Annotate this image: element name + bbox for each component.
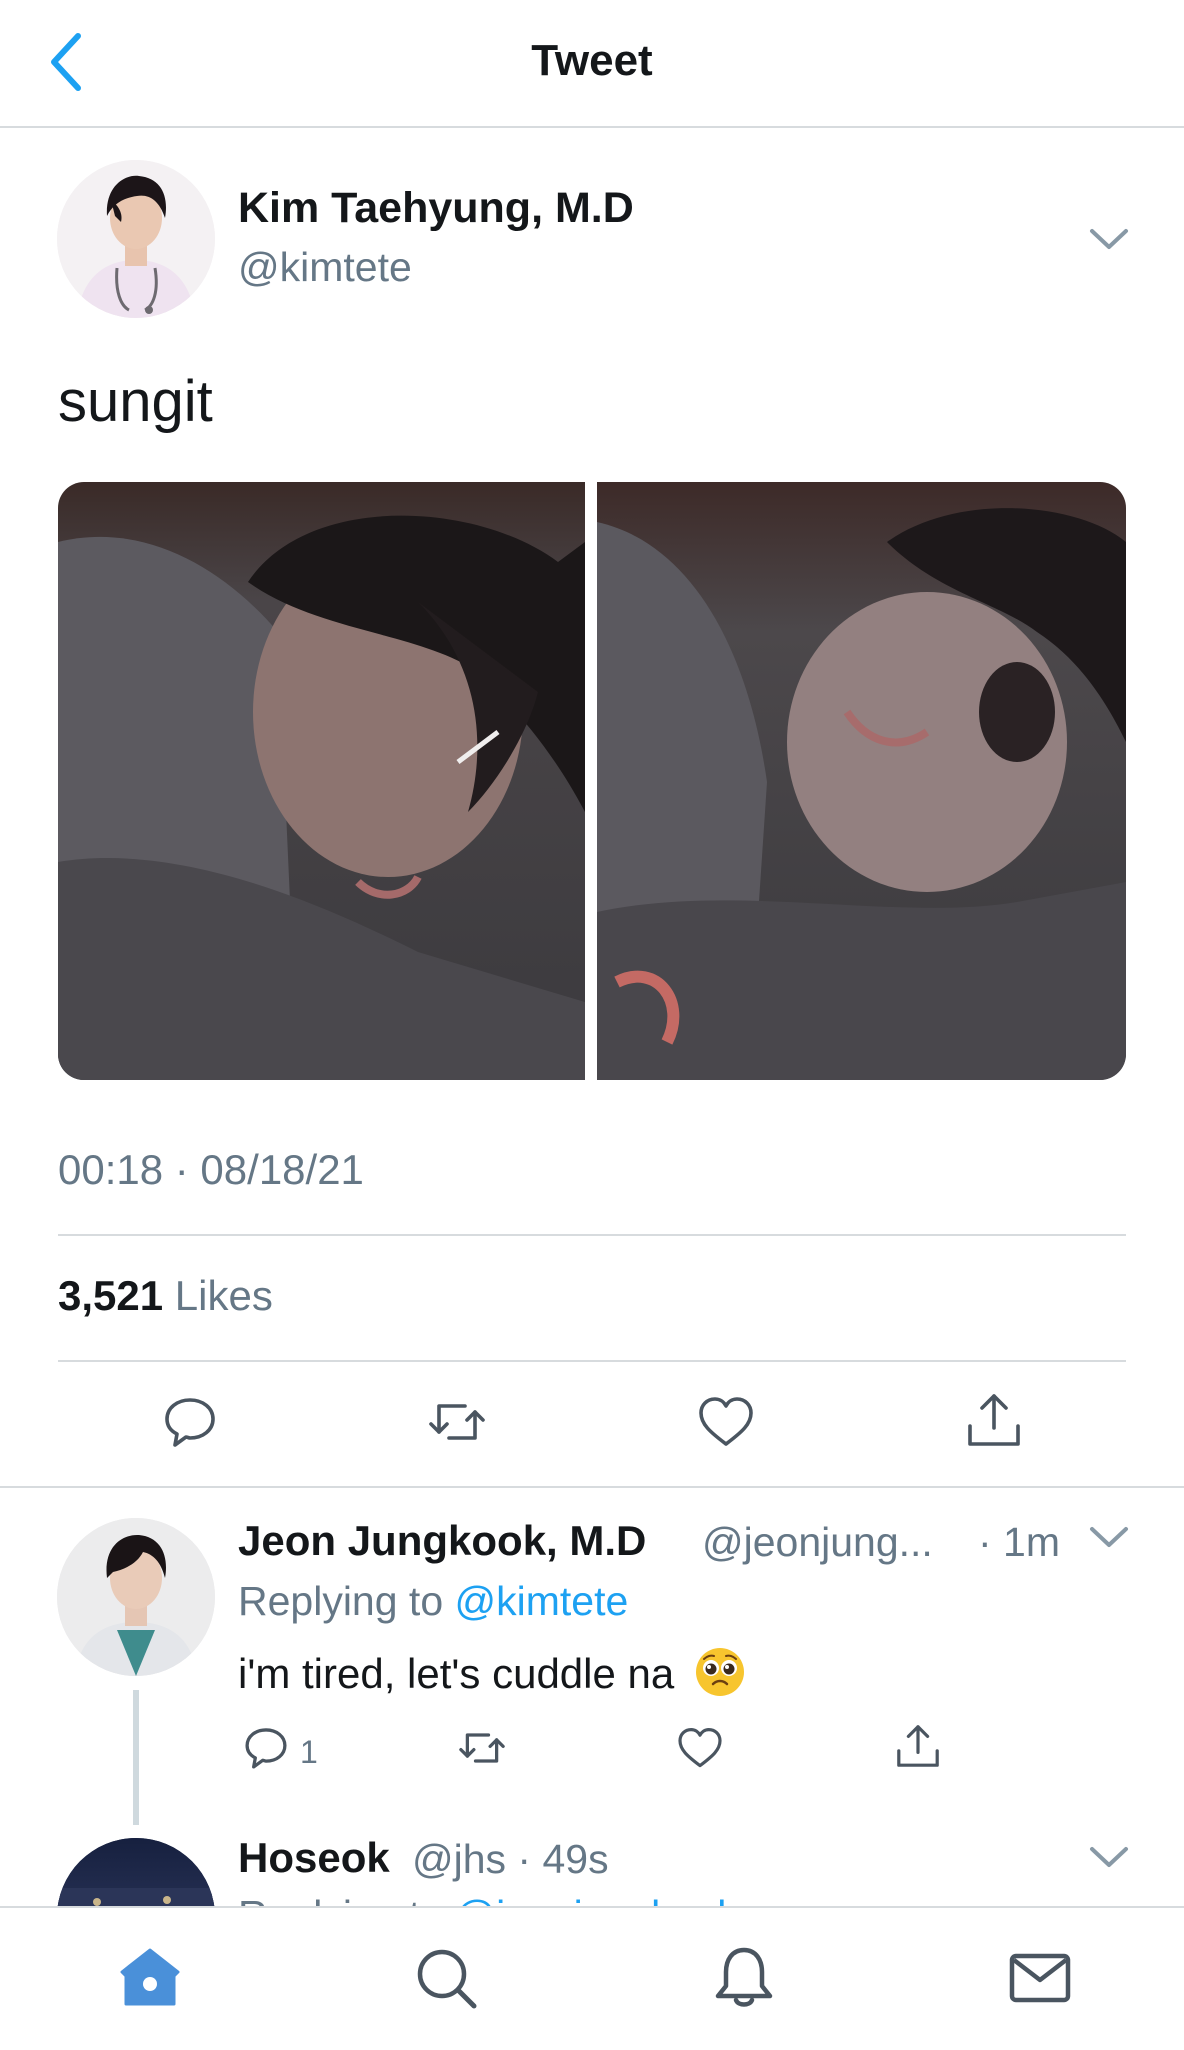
reply-text-row: i'm tired, let's cuddle na xyxy=(238,1646,746,1698)
reply-icon xyxy=(245,1728,287,1769)
chevron-down-icon xyxy=(1090,1847,1128,1867)
reply-like-button[interactable] xyxy=(676,1725,724,1771)
likes-count[interactable]: 3,521 xyxy=(58,1272,163,1319)
reply-text: i'm tired, let's cuddle na xyxy=(238,1650,675,1697)
replying-to-label: Replying to xyxy=(238,1578,455,1624)
photo-2-image xyxy=(597,482,1126,1080)
reply-reply-button[interactable] xyxy=(243,1725,289,1771)
reply-avatar[interactable] xyxy=(57,1518,215,1676)
chevron-down-icon xyxy=(1090,1527,1128,1547)
likes-label: Likes xyxy=(174,1272,273,1319)
author-avatar[interactable] xyxy=(57,160,215,318)
tab-search[interactable] xyxy=(410,1942,482,2014)
reply-display-name[interactable]: Hoseok xyxy=(238,1834,390,1882)
reply-button[interactable] xyxy=(162,1394,218,1450)
pleading-face-emoji-icon xyxy=(695,1648,744,1696)
replying-to: Replying to @kimtete xyxy=(238,1578,628,1625)
home-icon xyxy=(120,1948,180,2006)
reply-time: · 1m xyxy=(978,1519,1060,1565)
share-icon xyxy=(897,1725,939,1767)
bell-icon xyxy=(715,1947,773,2007)
reply-icon xyxy=(165,1398,215,1447)
mail-icon xyxy=(1009,1953,1071,2003)
reply-share-button[interactable] xyxy=(894,1722,942,1770)
retweet-icon xyxy=(429,1404,485,1440)
search-icon xyxy=(417,1949,477,2009)
tweet-media xyxy=(58,482,1126,1080)
reply-avatar-image xyxy=(57,1518,215,1676)
reply-options-button[interactable] xyxy=(1086,1520,1132,1554)
chevron-down-icon xyxy=(1090,229,1128,249)
top-nav-bar: Tweet xyxy=(0,0,1184,128)
author-display-name[interactable]: Kim Taehyung, M.D xyxy=(238,184,634,233)
reply-handle[interactable]: @jeonjung... xyxy=(702,1519,933,1566)
photo-1-image xyxy=(58,482,585,1080)
replying-to-mention[interactable]: @kimtete xyxy=(455,1578,629,1624)
reply-handle-time: @jhs · 49s xyxy=(412,1836,609,1882)
tweet-text: sungit xyxy=(58,369,213,434)
heart-icon xyxy=(678,1728,722,1768)
tab-messages[interactable] xyxy=(1004,1942,1076,2014)
tweet-photo-2[interactable] xyxy=(597,482,1126,1080)
like-button[interactable] xyxy=(696,1394,756,1450)
reply-retweet-button[interactable] xyxy=(456,1725,508,1771)
section-divider xyxy=(0,1486,1184,1488)
share-icon xyxy=(968,1394,1020,1446)
divider xyxy=(58,1234,1126,1236)
page-title: Tweet xyxy=(531,36,653,85)
author-avatar-image xyxy=(57,160,215,318)
tab-notifications[interactable] xyxy=(708,1942,780,2014)
heart-icon xyxy=(699,1397,753,1446)
reply-options-button[interactable] xyxy=(1086,1840,1132,1874)
tweet-timestamp: 00:18 · 08/18/21 xyxy=(58,1146,364,1193)
tweet-options-button[interactable] xyxy=(1086,222,1132,256)
retweet-button[interactable] xyxy=(425,1394,489,1450)
tweet-photo-1[interactable] xyxy=(58,482,585,1080)
retweet-icon xyxy=(459,1733,505,1763)
tab-home[interactable] xyxy=(114,1942,186,2014)
reply-count: 1 xyxy=(300,1734,318,1770)
bottom-tab-bar xyxy=(0,1906,1184,2050)
author-handle[interactable]: @kimtete xyxy=(238,244,412,291)
reply-display-name[interactable]: Jeon Jungkook, M.D xyxy=(238,1517,646,1565)
share-button[interactable] xyxy=(964,1390,1024,1450)
thread-connector xyxy=(133,1690,139,1825)
likes-summary[interactable]: 3,521 Likes xyxy=(58,1272,273,1320)
divider xyxy=(58,1360,1126,1362)
